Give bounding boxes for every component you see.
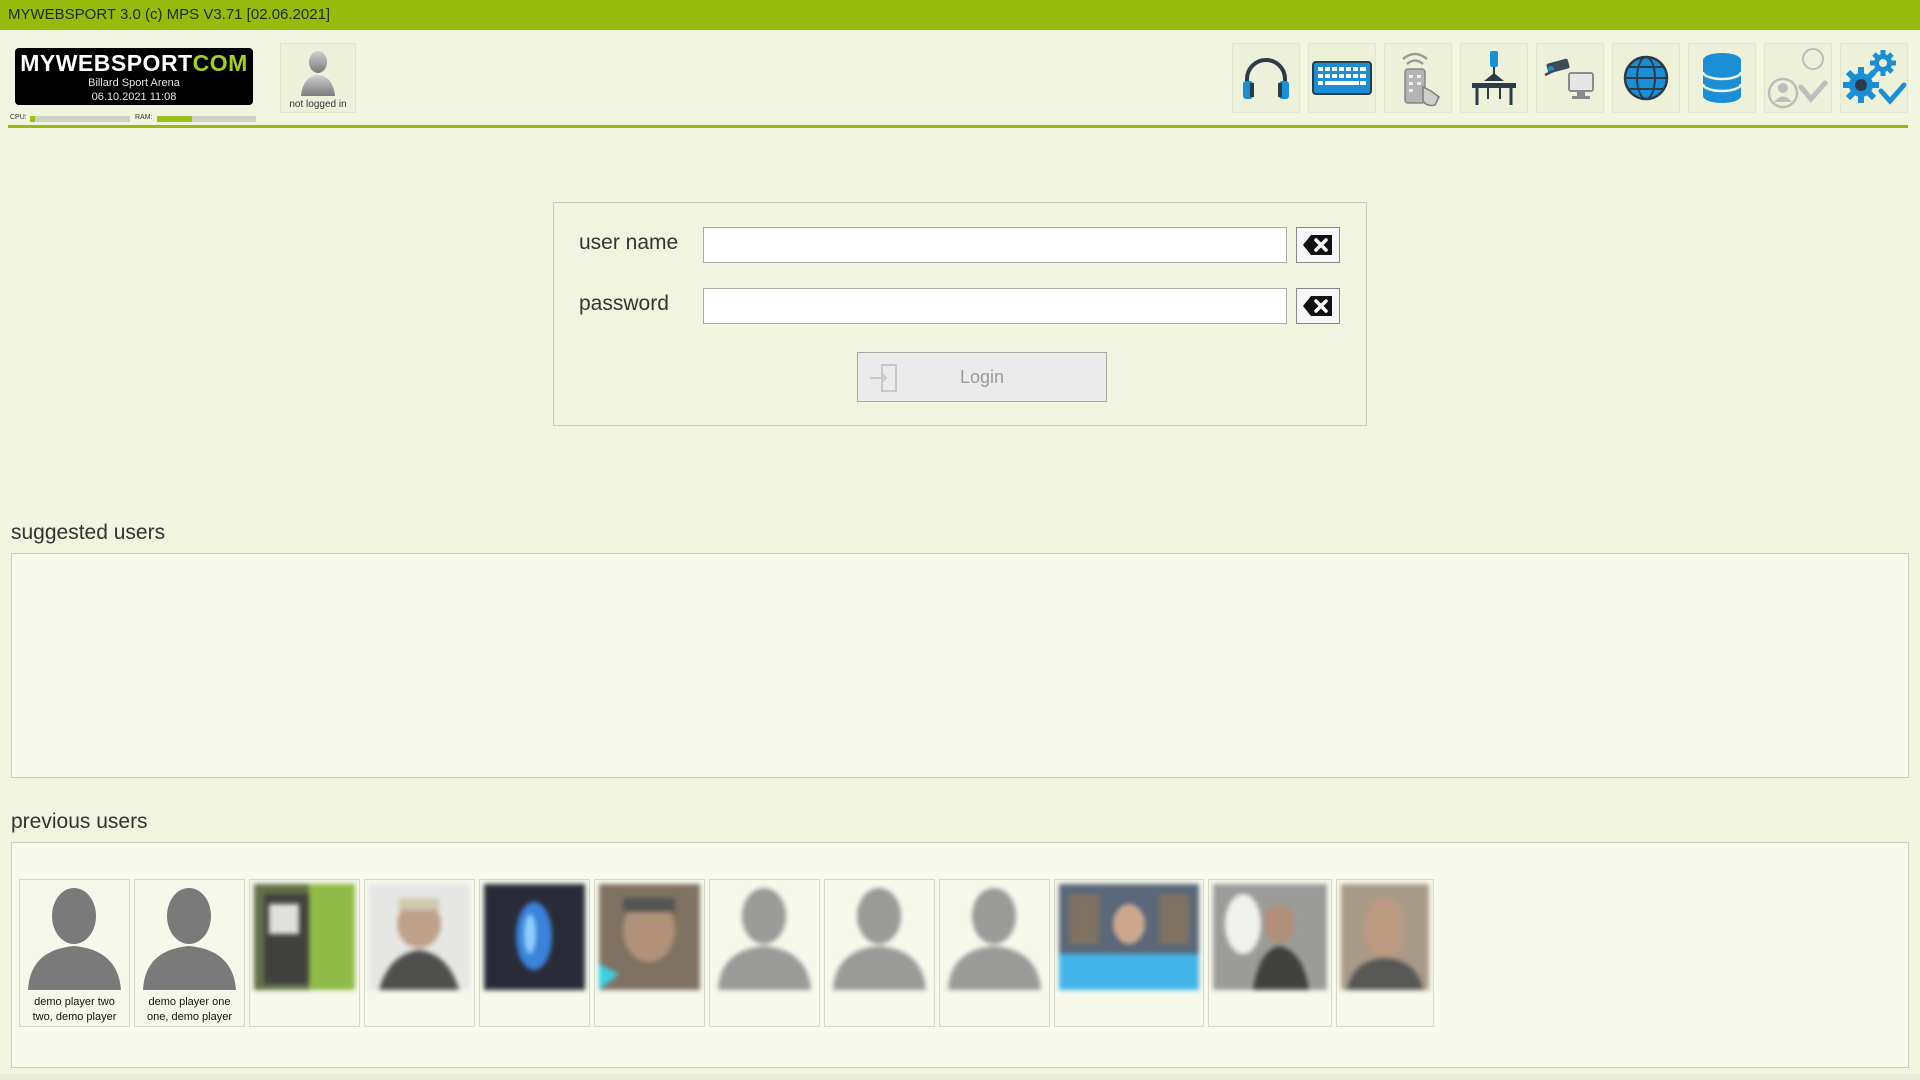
web-button[interactable] — [1612, 43, 1680, 113]
remote-touch-icon — [1402, 52, 1440, 107]
app-logo: MYWEBSPORTCOM Billard Sport Arena 06.10.… — [15, 48, 253, 105]
footer-strip — [0, 1074, 1920, 1080]
player-card[interactable] — [824, 879, 935, 1027]
user-status-button[interactable]: not logged in — [280, 43, 356, 113]
password-label: password — [579, 292, 669, 315]
player-photo — [1059, 884, 1199, 990]
user-check-icon — [1767, 48, 1828, 109]
settings-check-icon — [1843, 50, 1907, 105]
header-divider — [8, 125, 1908, 128]
camera-monitor-icon — [1544, 58, 1594, 99]
remote-button[interactable] — [1384, 43, 1452, 113]
player-card[interactable] — [939, 879, 1050, 1027]
user-check-button[interactable] — [1764, 43, 1832, 113]
player-photo — [369, 884, 470, 990]
player-silhouette-icon — [833, 888, 926, 990]
player-silhouette-icon — [28, 888, 121, 990]
cpu-meter-fill — [30, 116, 35, 122]
player-silhouette-icon — [718, 888, 811, 990]
clear-username-button[interactable] — [1296, 227, 1340, 263]
keyboard-button[interactable] — [1308, 43, 1376, 113]
player-name: demo player one one, demo player — [147, 996, 232, 1023]
backspace-clear-icon — [1303, 296, 1332, 316]
player-silhouette-icon — [948, 888, 1041, 990]
login-panel: user name password Login — [553, 202, 1367, 426]
logo-brand: MYWEBSPORTCOM — [20, 50, 248, 76]
login-button[interactable]: Login — [857, 352, 1107, 402]
camera-button[interactable] — [1536, 43, 1604, 113]
title-bar: MYWEBSPORT 3.0 (c) MPS V3.71 [02.06.2021… — [0, 0, 1920, 30]
table-light-button[interactable] — [1460, 43, 1528, 113]
ram-label: RAM: — [135, 114, 153, 121]
player-card[interactable] — [1208, 879, 1332, 1027]
player-photo — [254, 884, 355, 990]
player-name: demo player two two, demo player — [32, 996, 117, 1023]
login-button-label: Login — [959, 366, 1005, 387]
previous-users-list: demo player two two, demo player demo pla… — [11, 842, 1909, 1068]
login-enter-icon — [870, 364, 897, 392]
globe-icon — [1623, 55, 1669, 101]
username-input[interactable] — [703, 227, 1287, 263]
player-card[interactable] — [364, 879, 475, 1027]
audio-button[interactable] — [1232, 43, 1300, 113]
player-photo — [484, 884, 585, 990]
player-card[interactable] — [1336, 879, 1434, 1027]
user-status-label: not logged in — [289, 99, 347, 110]
suggested-users-title: suggested users — [11, 521, 166, 544]
headphones-icon — [1243, 58, 1289, 99]
table-lamp-icon — [1472, 51, 1516, 105]
settings-button[interactable] — [1840, 43, 1908, 113]
player-card[interactable] — [1054, 879, 1204, 1027]
cpu-label: CPU: — [10, 114, 27, 121]
player-card[interactable]: demo player one one, demo player — [134, 879, 245, 1027]
suggested-users-list — [11, 553, 1909, 778]
user-avatar-icon — [301, 51, 335, 96]
backspace-clear-icon — [1303, 235, 1332, 255]
player-card[interactable] — [709, 879, 820, 1027]
player-card[interactable] — [479, 879, 590, 1027]
system-meters: CPU: RAM: — [10, 112, 256, 124]
player-photo — [599, 884, 700, 990]
password-input[interactable] — [703, 288, 1287, 324]
ram-meter — [157, 116, 256, 122]
player-photo — [1341, 884, 1429, 990]
keyboard-icon — [1312, 61, 1372, 95]
player-card[interactable] — [594, 879, 705, 1027]
ram-meter-fill — [157, 116, 192, 122]
logo-datetime: 06.10.2021 11:08 — [91, 91, 177, 103]
toolbar — [1232, 43, 1908, 113]
database-icon — [1701, 53, 1743, 103]
player-card[interactable] — [249, 879, 360, 1027]
username-label: user name — [579, 231, 679, 254]
previous-users-title: previous users — [11, 810, 148, 833]
player-card[interactable]: demo player two two, demo player — [19, 879, 130, 1027]
clear-password-button[interactable] — [1296, 288, 1340, 324]
cpu-meter — [30, 116, 130, 122]
logo-venue: Billard Sport Arena — [88, 77, 180, 89]
player-photo — [1213, 884, 1327, 990]
player-silhouette-icon — [143, 888, 236, 990]
database-button[interactable] — [1688, 43, 1756, 113]
